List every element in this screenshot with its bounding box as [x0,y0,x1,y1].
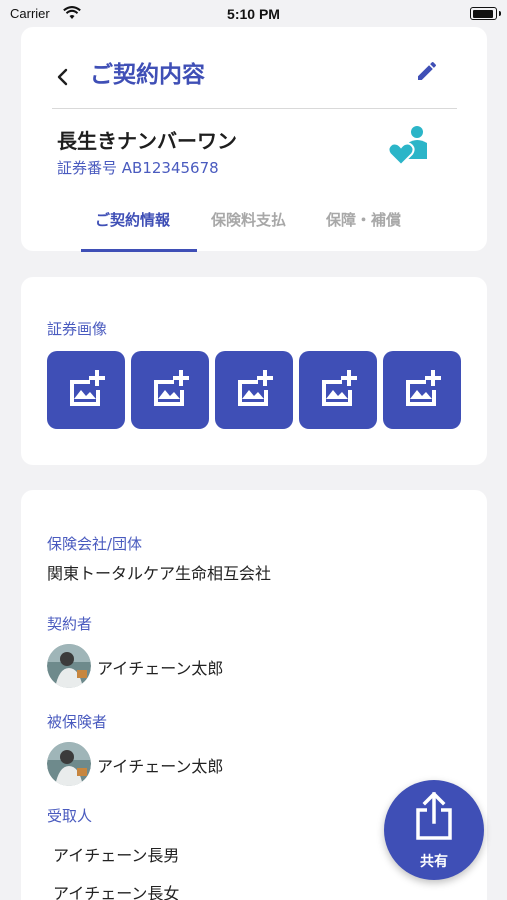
add-image-icon [238,370,273,406]
edit-pencil-icon[interactable] [415,59,439,83]
add-image-button-3[interactable] [215,351,293,429]
avatar [47,742,91,786]
policy-number: 証券番号 AB12345678 [57,159,219,177]
add-image-icon [322,370,357,406]
add-image-button-1[interactable] [47,351,125,429]
header-divider [52,108,457,109]
add-image-button-4[interactable] [299,351,377,429]
policyholder-row[interactable]: アイチェーン太郎 [47,644,347,688]
share-label: 共有 [420,854,448,870]
policyholder-label: 契約者 [47,615,93,633]
insured-label: 被保険者 [47,713,108,731]
add-image-icon [70,370,105,406]
back-chevron-icon[interactable] [53,67,73,87]
insurer-label: 保険会社/団体 [47,535,143,553]
beneficiary-item: アイチェーン長男 [53,846,180,865]
add-image-icon [154,370,189,406]
status-time: 5:10 PM [227,6,280,22]
tab-premium-payment[interactable]: 保険料支払 [211,209,286,230]
battery-icon [470,7,501,20]
insured-name: アイチェーン太郎 [97,757,224,776]
beneficiary-label: 受取人 [47,807,93,825]
policyholder-name: アイチェーン太郎 [97,659,224,678]
policy-images-label: 証券画像 [47,320,108,338]
add-image-button-5[interactable] [383,351,461,429]
image-button-row [47,351,461,429]
tab-coverage[interactable]: 保障・補償 [326,209,401,230]
beneficiary-item: アイチェーン長女 [53,884,180,900]
share-button[interactable]: 共有 [384,780,484,880]
active-tab-indicator [81,249,197,252]
tab-contract-info[interactable]: ご契約情報 [95,209,170,230]
contract-header-card: ご契約内容 長生きナンバーワン 証券番号 AB12345678 ご契約情報 保険… [21,27,487,252]
policy-images-card: 証券画像 [21,277,487,465]
insured-row[interactable]: アイチェーン太郎 [47,742,347,786]
add-image-button-2[interactable] [131,351,209,429]
share-icon [416,792,452,840]
family-heart-icon [387,126,427,167]
avatar [47,644,91,688]
status-bar: Carrier 5:10 PM [0,0,507,28]
product-name: 長生きナンバーワン [57,129,237,153]
add-image-icon [406,370,441,406]
contract-tabs: ご契約情報 保険料支払 保障・補償 [81,205,441,252]
insurer-value: 関東トータルケア生命相互会社 [47,564,272,583]
page-title: ご契約内容 [90,62,205,88]
